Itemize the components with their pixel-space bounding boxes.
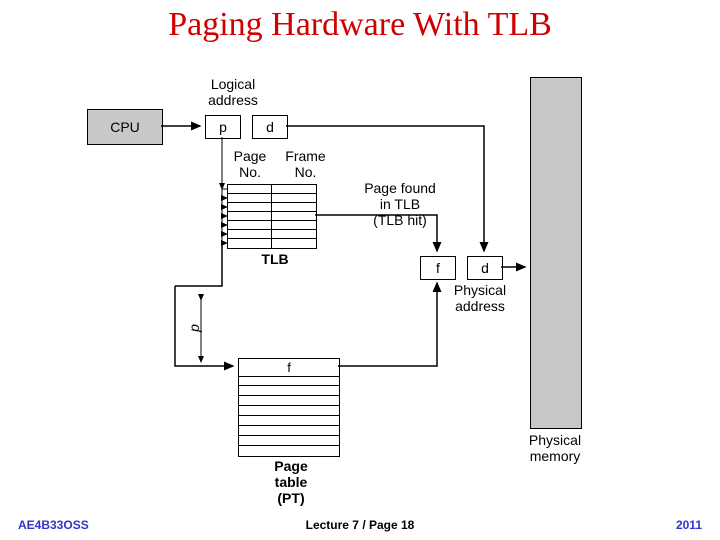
arrows (0, 0, 720, 540)
